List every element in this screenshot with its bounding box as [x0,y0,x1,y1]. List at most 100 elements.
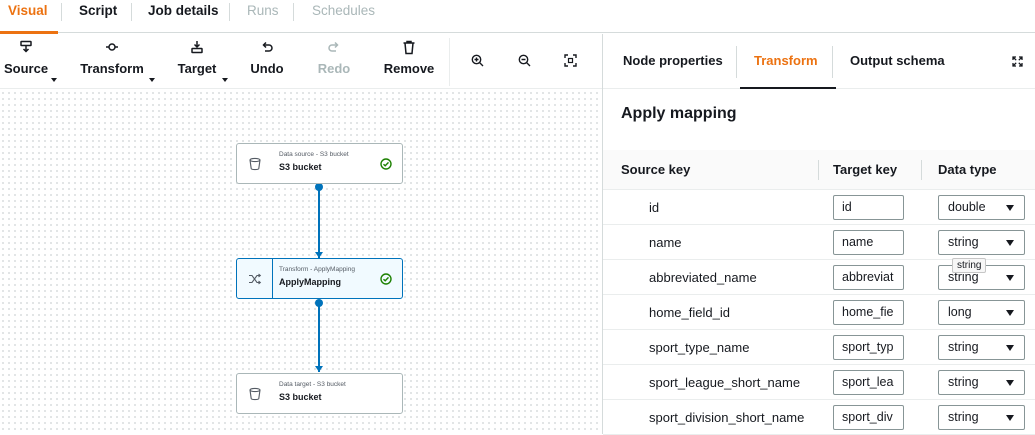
source-button[interactable]: Source [4,34,48,89]
target-key-input[interactable]: sport_lea [833,370,904,395]
tab-divider [131,3,132,21]
properties-panel: Node properties Transform Output schema … [602,34,1035,435]
chevron-down-icon [1006,380,1014,386]
node-subtitle: Data source - S3 bucket [279,151,349,158]
node-title: S3 bucket [279,392,322,402]
tab-job-details[interactable]: Job details [148,0,219,33]
transform-label: Transform [80,61,144,76]
remove-label: Remove [383,61,435,76]
expand-icon[interactable] [1012,54,1023,72]
node-subtitle: Data target - S3 bucket [279,381,346,388]
table-row: sport_division_short_name sport_div stri… [603,400,1035,435]
arrow-head [315,366,323,372]
node-divider [272,259,273,298]
tab-schedules[interactable]: Schedules [312,0,375,33]
panel-tabs: Node properties Transform Output schema [603,34,1035,89]
edge-handle[interactable] [315,299,323,307]
table-row: id id double [603,190,1035,225]
column-divider [921,160,922,180]
target-label: Target [177,61,217,76]
fit-to-screen-button[interactable] [558,34,582,89]
tab-visual[interactable]: Visual [0,0,57,34]
trash-icon [381,34,437,60]
target-key-input[interactable]: home_fie [833,300,904,325]
node-subtitle: Transform - ApplyMapping [279,266,355,273]
shuffle-icon [237,259,273,298]
node-transform-applymapping[interactable]: Transform - ApplyMapping ApplyMapping [236,258,403,299]
caret-down-icon[interactable] [149,78,155,82]
table-row: home_field_id home_fie long [603,295,1035,330]
data-type-select[interactable]: string [938,335,1025,360]
job-tab-bar: Visual Script Job details Runs Schedules [0,0,1035,34]
tab-divider [61,3,62,21]
tab-script[interactable]: Script [79,0,117,33]
data-type-select[interactable]: string [938,370,1025,395]
zoom-in-button[interactable] [465,34,489,89]
node-data-target[interactable]: Data target - S3 bucket S3 bucket [236,373,403,414]
data-type-value: long [948,305,972,319]
redo-label: Redo [317,61,351,76]
caret-down-icon[interactable] [51,78,57,82]
chevron-down-icon [1006,240,1014,246]
data-type-tooltip: string [952,258,987,273]
target-key-input[interactable]: name [833,230,904,255]
tab-divider [293,3,294,21]
mapping-table-header: Source key Target key Data type [603,150,1035,190]
data-type-value: double [948,200,986,214]
data-type-select[interactable]: long [938,300,1025,325]
canvas-toolbar: Source Transform Target Undo Redo Remove [0,34,602,89]
target-key-input[interactable]: sport_typ [833,335,904,360]
zoom-out-button[interactable] [512,34,536,89]
source-icon [4,34,48,60]
target-key-input[interactable]: abbreviat [833,265,904,290]
transform-icon [78,34,146,60]
chevron-down-icon [1006,415,1014,421]
fit-to-screen-icon [558,34,582,67]
source-key: sport_division_short_name [649,410,805,425]
panel-title: Apply mapping [621,105,737,122]
target-icon [173,34,221,60]
column-source-key: Source key [621,162,691,177]
table-row: sport_league_short_name sport_lea string [603,365,1035,400]
redo-button[interactable]: Redo [312,34,356,89]
remove-button[interactable]: Remove [381,34,437,89]
caret-down-icon[interactable] [222,78,228,82]
tab-runs[interactable]: Runs [247,0,279,33]
transform-button[interactable]: Transform [78,34,146,89]
tab-divider [229,3,230,21]
tab-transform[interactable]: Transform [740,34,836,89]
target-key-input[interactable]: id [833,195,904,220]
edge-handle[interactable] [315,183,323,191]
column-divider [818,160,819,180]
source-key: abbreviated_name [649,270,757,285]
data-type-value: string [948,410,979,424]
undo-label: Undo [250,61,284,76]
chevron-down-icon [1006,310,1014,316]
target-key-input[interactable]: sport_div [833,405,904,430]
source-key: id [649,200,660,215]
data-type-value: string [948,375,979,389]
node-title: ApplyMapping [279,277,341,287]
target-button[interactable]: Target [173,34,221,89]
data-type-value: string [948,340,979,354]
undo-icon [245,34,289,60]
redo-icon [312,34,356,60]
data-type-select[interactable]: string [938,230,1025,255]
tab-divider [736,46,737,78]
tab-node-properties[interactable]: Node properties [623,34,723,89]
success-check-icon [380,157,392,175]
source-key: sport_league_short_name [649,375,801,390]
source-label: Source [4,61,49,76]
chevron-down-icon [1006,275,1014,281]
source-key: name [649,235,682,250]
toolbar-divider [449,38,450,86]
edge-transform-to-target [318,302,320,372]
data-type-select[interactable]: double [938,195,1025,220]
table-row: name name string [603,225,1035,260]
node-data-source[interactable]: Data source - S3 bucket S3 bucket [236,143,403,184]
tab-output-schema[interactable]: Output schema [850,34,945,89]
undo-button[interactable]: Undo [245,34,289,89]
data-type-select[interactable]: string [938,405,1025,430]
bucket-icon [237,374,273,413]
zoom-in-icon [465,34,489,67]
